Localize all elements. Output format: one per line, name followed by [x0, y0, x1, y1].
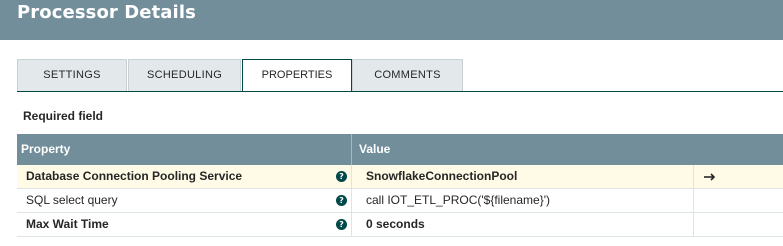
arrow-right-icon[interactable] [703, 170, 717, 184]
column-header-value[interactable]: Value [359, 134, 390, 165]
table-row[interactable]: Database Connection Pooling Service ? Sn… [17, 165, 783, 189]
tab-scheduling[interactable]: SCHEDULING [128, 59, 241, 91]
property-value[interactable]: call IOT_ETL_PROC('${filename}') [366, 189, 696, 212]
table-header: Property Value [17, 134, 783, 165]
property-name: Database Connection Pooling Service [26, 169, 243, 183]
dialog-header: Processor Details [0, 0, 783, 40]
table-row[interactable]: SQL select query ? call IOT_ETL_PROC('${… [17, 189, 783, 213]
tab-settings[interactable]: SETTINGS [17, 59, 127, 91]
cell-divider [693, 189, 694, 213]
property-value[interactable]: 0 seconds [366, 213, 696, 236]
dialog-title: Processor Details [17, 2, 196, 23]
tab-properties[interactable]: PROPERTIES [242, 59, 352, 92]
tab-underline [17, 91, 783, 92]
question-circle-icon[interactable]: ? [336, 195, 347, 206]
property-value[interactable]: SnowflakeConnectionPool [366, 165, 696, 188]
property-name: SQL select query [26, 193, 118, 207]
cell-divider [351, 165, 352, 189]
cell-divider [351, 213, 352, 237]
property-name: Max Wait Time [26, 217, 109, 231]
tab-comments[interactable]: COMMENTS [352, 59, 463, 91]
column-divider [351, 134, 352, 165]
question-circle-icon[interactable]: ? [336, 219, 347, 230]
table-row[interactable]: Max Wait Time ? 0 seconds [17, 213, 783, 237]
cell-divider [693, 213, 694, 237]
question-circle-icon[interactable]: ? [336, 171, 347, 182]
required-field-label: Required field [23, 109, 104, 123]
cell-divider [693, 165, 694, 189]
cell-divider [351, 189, 352, 213]
column-header-property[interactable]: Property [21, 134, 70, 165]
properties-table: Property Value Database Connection Pooli… [17, 134, 783, 237]
